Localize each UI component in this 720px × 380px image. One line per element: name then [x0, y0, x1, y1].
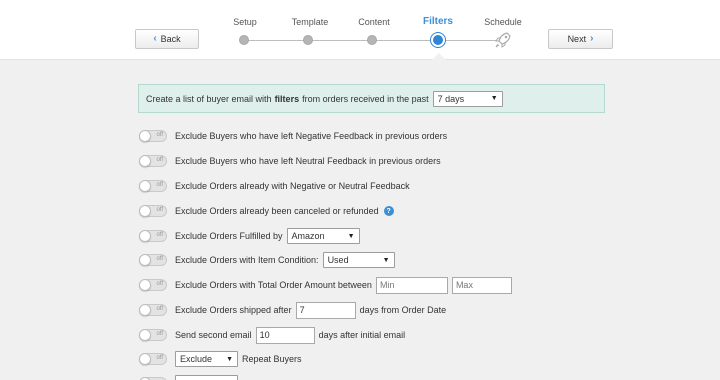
filter-row-neutral-feedback: off Exclude Buyers who have left Neutral… — [139, 152, 441, 170]
filter-row-second-email: off Send second email 10 days after init… — [139, 326, 405, 344]
toggle-knob — [139, 254, 151, 266]
toggle-knob — [139, 205, 151, 217]
toggle-neg-neutral-orders[interactable]: off — [139, 180, 167, 192]
help-icon[interactable]: ? — [383, 206, 394, 216]
caret-down-icon: ▼ — [490, 95, 498, 102]
filter-label-amount: Exclude Orders with Total Order Amount b… — [175, 280, 372, 290]
filter-suffix-second-email: days after initial email — [318, 330, 406, 340]
toggle-knob — [139, 304, 151, 316]
toggle-state: off — [156, 331, 163, 337]
filter-row-shipped: off Exclude Orders shipped after 7 days … — [139, 301, 446, 319]
period-select-value: 7 days — [437, 93, 465, 104]
filter-label-condition: Exclude Orders with Item Condition: — [175, 255, 319, 265]
toggle-condition[interactable]: off — [139, 254, 167, 266]
rocket-icon[interactable] — [494, 31, 512, 49]
step-dot-template[interactable] — [303, 35, 313, 45]
condition-select-value: Used — [327, 255, 349, 265]
back-button-label: Back — [160, 34, 181, 44]
filter-label-neg-neutral-orders: Exclude Orders already with Negative or … — [175, 181, 410, 191]
back-button[interactable]: ‹ Back — [135, 29, 199, 49]
period-select[interactable]: 7 days ▼ — [432, 90, 503, 107]
amount-max-input[interactable]: Max — [451, 276, 512, 294]
repeat-buyers-select-value: Exclude — [180, 354, 213, 364]
filter-label-negative-feedback: Exclude Buyers who have left Negative Fe… — [175, 131, 448, 141]
toggle-knob — [139, 155, 151, 167]
filter-label-canceled: Exclude Orders already been canceled or … — [175, 206, 379, 216]
filter-row-condition: off Exclude Orders with Item Condition: … — [139, 251, 395, 269]
toggle-state: off — [156, 132, 163, 138]
toggle-fulfilled[interactable]: off — [139, 230, 167, 242]
toggle-state: off — [156, 281, 163, 287]
next-button[interactable]: Next › — [548, 29, 613, 49]
fulfilled-select-value: Amazon — [291, 231, 325, 241]
caret-down-icon: ▼ — [382, 256, 390, 264]
toggle-amount[interactable]: off — [139, 279, 167, 291]
toggle-knob — [139, 329, 151, 341]
toggle-state: off — [156, 232, 163, 238]
toggle-negative-feedback[interactable]: off — [139, 130, 167, 142]
toggle-canceled[interactable]: off — [139, 205, 167, 217]
filter-label-shipped: Exclude Orders shipped after — [175, 305, 292, 315]
toggle-state: off — [156, 355, 163, 361]
fulfilled-select[interactable]: Amazon ▼ — [286, 228, 360, 244]
wizard-header: ‹ Back Setup Template Content Filters Sc… — [0, 0, 720, 61]
chevron-left-icon: ‹ — [153, 33, 157, 44]
second-email-days-input[interactable]: 10 — [255, 326, 315, 344]
toggle-state: off — [156, 157, 163, 163]
step-dot-content[interactable] — [367, 35, 377, 45]
filter-row-canceled: off Exclude Orders already been canceled… — [139, 202, 394, 220]
intro-banner: Create a list of buyer email with filter… — [138, 84, 605, 113]
filter-row-neg-neutral-orders: off Exclude Orders already with Negative… — [139, 177, 410, 195]
filter-label-second-email: Send second email — [175, 330, 252, 340]
filter-suffix-shipped: days from Order Date — [359, 305, 447, 315]
caret-down-icon: ▼ — [347, 232, 355, 240]
toggle-neutral-feedback[interactable]: off — [139, 155, 167, 167]
filter-row-repeat-buyers: off Exclude ▼ Repeat Buyers — [139, 350, 302, 368]
toggle-state: off — [156, 182, 163, 188]
toggle-knob — [139, 130, 151, 142]
partial-select[interactable] — [175, 375, 238, 380]
filter-row-negative-feedback: off Exclude Buyers who have left Negativ… — [139, 127, 447, 145]
toggle-knob — [139, 279, 151, 291]
toggle-state: off — [156, 207, 163, 213]
toggle-state: off — [156, 306, 163, 312]
toggle-knob — [139, 230, 151, 242]
toggle-state: off — [156, 256, 163, 262]
intro-text-bold: filters — [274, 93, 300, 104]
shipped-days-input[interactable]: 7 — [295, 301, 356, 319]
filter-row-partial — [139, 374, 238, 380]
active-step-notch — [431, 53, 447, 61]
toggle-repeat-buyers[interactable]: off — [139, 353, 167, 365]
toggle-knob — [139, 180, 151, 192]
filter-row-fulfilled: off Exclude Orders Fulfilled by Amazon ▼ — [139, 227, 360, 245]
repeat-buyers-select[interactable]: Exclude ▼ — [175, 351, 238, 367]
toggle-second-email[interactable]: off — [139, 329, 167, 341]
next-button-label: Next — [567, 34, 587, 44]
filter-row-amount: off Exclude Orders with Total Order Amou… — [139, 276, 512, 294]
step-dot-filters[interactable] — [431, 33, 445, 47]
condition-select[interactable]: Used ▼ — [322, 252, 395, 268]
intro-text-after: from orders received in the past — [302, 93, 429, 104]
step-dot-setup[interactable] — [239, 35, 249, 45]
toggle-knob — [139, 353, 151, 365]
caret-down-icon: ▼ — [226, 355, 233, 363]
filter-label-neutral-feedback: Exclude Buyers who have left Neutral Fee… — [175, 156, 441, 166]
filter-label-fulfilled: Exclude Orders Fulfilled by — [175, 231, 283, 241]
filter-label-repeat-buyers: Repeat Buyers — [242, 354, 302, 364]
amount-min-input[interactable]: Min — [375, 276, 448, 294]
chevron-right-icon: › — [590, 33, 594, 44]
intro-text-before: Create a list of buyer email with — [146, 93, 272, 104]
step-label-schedule: Schedule — [484, 17, 522, 27]
toggle-shipped[interactable]: off — [139, 304, 167, 316]
